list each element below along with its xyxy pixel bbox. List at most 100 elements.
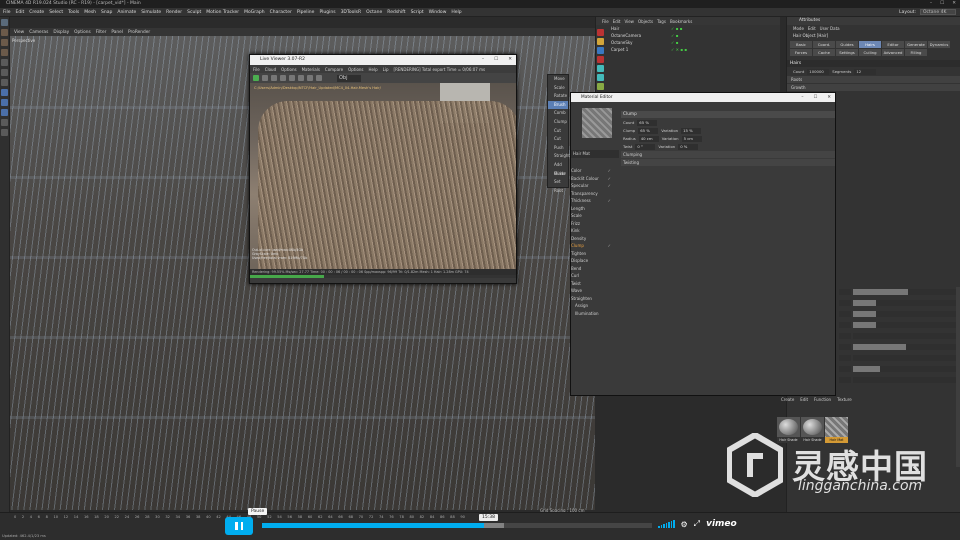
object-row[interactable]: Carpet 1 ✓ ✕ ▪ ▪ bbox=[596, 46, 780, 53]
channel-checkbox[interactable]: ✓ bbox=[608, 242, 611, 250]
viewport-menu-view[interactable]: View bbox=[14, 30, 24, 35]
viewport-menu-options[interactable]: Options bbox=[74, 30, 91, 35]
lv-menu-options[interactable]: Options bbox=[281, 67, 296, 72]
slider-track[interactable] bbox=[853, 376, 959, 383]
viewport-menu-panel[interactable]: Panel bbox=[111, 30, 123, 35]
mm-menu-function[interactable]: Function bbox=[814, 397, 831, 402]
material-channel[interactable]: Length bbox=[571, 205, 611, 213]
material-name-field[interactable]: Hair Mat bbox=[571, 150, 619, 158]
om-menu-edit[interactable]: Edit bbox=[613, 19, 621, 24]
render-mode-select[interactable]: Obj bbox=[337, 74, 361, 82]
menu-mesh[interactable]: Mesh bbox=[84, 10, 96, 15]
param-field[interactable]: 65 % bbox=[638, 127, 659, 134]
hair-tool-item[interactable]: Cut bbox=[548, 127, 568, 136]
points-mode-icon[interactable] bbox=[1, 59, 8, 66]
material-channel[interactable]: Tighten bbox=[571, 250, 611, 258]
growth-group[interactable]: Growth bbox=[787, 84, 960, 91]
segments-field[interactable]: 12 bbox=[854, 68, 877, 75]
viewport-menu-display[interactable]: Display bbox=[53, 30, 69, 35]
lock-workplane-icon[interactable] bbox=[1, 129, 8, 136]
attribute-slider[interactable] bbox=[839, 320, 959, 329]
save-image-icon[interactable] bbox=[289, 75, 295, 81]
param-field[interactable]: 40 cm bbox=[638, 135, 659, 142]
lv-menu-options-2[interactable]: Options bbox=[348, 67, 363, 72]
om-menu-objects[interactable]: Objects bbox=[638, 19, 653, 24]
layout-select[interactable]: Octane 4K bbox=[920, 9, 956, 15]
menu-redshift[interactable]: Redshift bbox=[387, 10, 405, 15]
fullscreen-icon[interactable]: ⤢ bbox=[694, 519, 700, 529]
material-channel[interactable]: Density bbox=[571, 235, 611, 243]
tab-generate[interactable]: Generate bbox=[905, 41, 927, 48]
material-channel[interactable]: Scale bbox=[571, 212, 611, 220]
lv-minimize-button[interactable]: – bbox=[482, 55, 484, 65]
slider-value[interactable] bbox=[839, 321, 851, 328]
octane-object-icon[interactable] bbox=[597, 83, 604, 90]
tab-filling[interactable]: Filling bbox=[905, 49, 927, 56]
snap-icon[interactable] bbox=[1, 119, 8, 126]
mm-menu-create[interactable]: Create bbox=[781, 397, 794, 402]
om-menu-view[interactable]: View bbox=[624, 19, 634, 24]
pause-render-icon[interactable] bbox=[271, 75, 277, 81]
hair-tool-item[interactable]: Clump bbox=[548, 118, 568, 127]
menu-create[interactable]: Create bbox=[29, 10, 44, 15]
render-view[interactable]: C:/Users/Admin/Desktop/NTCF/Hair_Updated… bbox=[250, 83, 516, 269]
channel-checkbox[interactable]: ✓ bbox=[608, 167, 611, 175]
material-channel[interactable]: Frizz bbox=[571, 220, 611, 228]
om-menu-tags[interactable]: Tags bbox=[657, 19, 666, 24]
am-menu-mode[interactable]: Mode bbox=[793, 26, 804, 31]
mm-menu-edit[interactable]: Edit bbox=[800, 397, 808, 402]
param-field[interactable]: 0 ° bbox=[635, 143, 656, 150]
menu-animate[interactable]: Animate bbox=[117, 10, 136, 15]
viewport-menu-filter[interactable]: Filter bbox=[96, 30, 107, 35]
hair-tool-item[interactable]: Straighten bbox=[548, 152, 575, 161]
settings-gear-icon[interactable]: ⚙ bbox=[681, 520, 688, 529]
menu-mograph[interactable]: MoGraph bbox=[244, 10, 264, 15]
minimize-button[interactable]: – bbox=[930, 0, 932, 8]
menu-snap[interactable]: Snap bbox=[101, 10, 112, 15]
slider-track[interactable] bbox=[853, 321, 959, 328]
attribute-slider[interactable] bbox=[839, 309, 959, 318]
am-menu-user-data[interactable]: User Data bbox=[820, 26, 840, 31]
menu-select[interactable]: Select bbox=[49, 10, 63, 15]
slider-track[interactable] bbox=[853, 288, 959, 295]
menu-simulate[interactable]: Simulate bbox=[141, 10, 161, 15]
lv-menu-help[interactable]: Help bbox=[369, 67, 378, 72]
count-field[interactable]: 100000 bbox=[807, 68, 830, 75]
object-row[interactable]: OctaneSky ✓ ▪ bbox=[596, 39, 780, 46]
material-channel[interactable]: Kink bbox=[571, 227, 611, 235]
start-render-icon[interactable] bbox=[253, 75, 259, 81]
slider-value[interactable] bbox=[839, 365, 851, 372]
slider-value[interactable] bbox=[839, 288, 851, 295]
clumping-group[interactable]: Clumping bbox=[621, 151, 835, 158]
mm-menu-texture[interactable]: Texture bbox=[837, 397, 852, 402]
polygons-mode-icon[interactable] bbox=[1, 79, 8, 86]
attribute-slider[interactable] bbox=[839, 287, 959, 296]
octane-viewer-icon[interactable] bbox=[597, 38, 604, 45]
object-row[interactable]: Hair ✓ ▪ ▪ bbox=[596, 25, 780, 32]
slider-track[interactable] bbox=[853, 310, 959, 317]
material-channel[interactable]: Transparency bbox=[571, 190, 611, 198]
octane-material-icon[interactable] bbox=[597, 47, 604, 54]
hair-tool-item[interactable]: Mirror bbox=[548, 170, 568, 179]
attribute-slider[interactable] bbox=[839, 298, 959, 307]
material-channel[interactable]: Displace bbox=[571, 257, 611, 265]
close-button[interactable]: ✕ bbox=[952, 0, 956, 8]
hair-tool-item[interactable]: Cut bbox=[548, 135, 568, 144]
lv-menu-compare[interactable]: Compare bbox=[325, 67, 343, 72]
hair-tool-item[interactable]: Move bbox=[548, 75, 568, 84]
slider-value[interactable] bbox=[839, 332, 851, 339]
material-channel[interactable]: Backlit Colour ✓ bbox=[571, 175, 611, 183]
tab-culling[interactable]: Culling bbox=[859, 49, 881, 56]
slider-track[interactable] bbox=[853, 343, 959, 350]
slider-track[interactable] bbox=[853, 299, 959, 306]
tab-basic[interactable]: Basic bbox=[790, 41, 812, 48]
material-extra-item[interactable]: Assign bbox=[571, 302, 611, 310]
viewport-menu-cameras[interactable]: Cameras bbox=[29, 30, 48, 35]
menu-octane[interactable]: Octane bbox=[366, 10, 382, 15]
object-row[interactable]: OctaneCamera ✓ ▪ bbox=[596, 32, 780, 39]
hair-tool-item[interactable]: Comb bbox=[548, 109, 568, 118]
octane-light-icon[interactable] bbox=[597, 65, 604, 72]
material-channel[interactable]: Twist bbox=[571, 280, 611, 288]
tab-coord[interactable]: Coord. bbox=[813, 41, 835, 48]
hair-tool-item[interactable]: Rotate bbox=[548, 92, 568, 101]
